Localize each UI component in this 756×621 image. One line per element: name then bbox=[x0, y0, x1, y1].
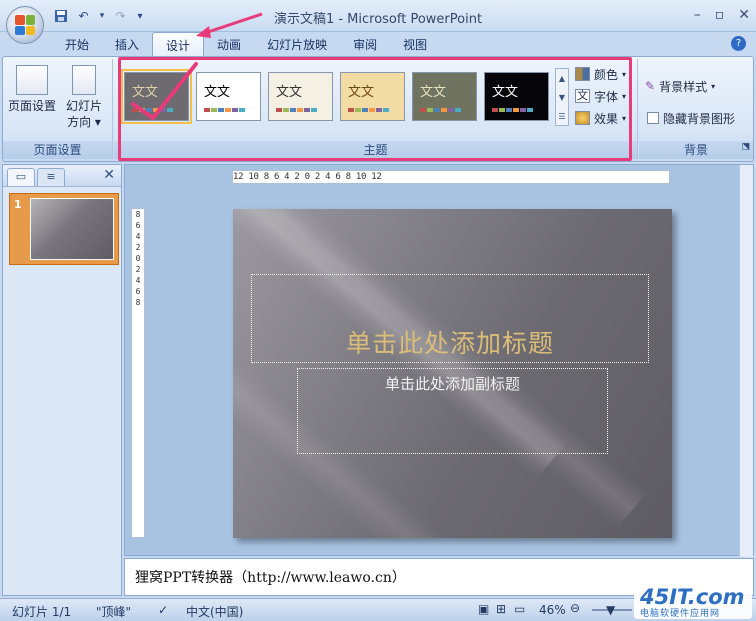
theme-effects-button[interactable]: 效果 ▾ bbox=[575, 109, 626, 127]
tab-insert[interactable]: 插入 bbox=[102, 32, 152, 56]
restore-icon[interactable]: ▫ bbox=[715, 7, 725, 23]
watermark-subtitle: 电脑软硬件应用网 bbox=[640, 609, 721, 619]
language-status[interactable]: 中文(中国) bbox=[186, 603, 243, 620]
background-styles-button[interactable]: ✎ 背景样式 ▾ bbox=[645, 77, 715, 95]
zoom-out-icon[interactable]: ⊖ bbox=[570, 601, 580, 615]
ribbon: 页面设置 幻灯片 方向 ▾ 页面设置 文文 文文 文文 文文 文文 文文 ▲ ▼ ☰ 颜色 ▾… bbox=[2, 56, 754, 162]
notes-text: 狸窝PPT转换器（http://www.leawo.cn） bbox=[135, 570, 406, 586]
background-group-label: 背景 ⬔ bbox=[639, 141, 753, 159]
theme-sample-text: 文文 bbox=[204, 85, 231, 100]
slide-sorter-icon[interactable]: ⊞ bbox=[496, 602, 506, 616]
tab-animations[interactable]: 动画 bbox=[204, 32, 254, 56]
vertical-ruler: 8 6 4 2 0 2 4 6 8 bbox=[131, 208, 145, 538]
tab-review[interactable]: 审阅 bbox=[340, 32, 390, 56]
spell-check-icon[interactable]: ✓ bbox=[158, 603, 168, 617]
theme-fonts-button[interactable]: 文 字体 ▾ bbox=[575, 87, 626, 105]
horizontal-ruler: 12 10 8 6 4 2 0 2 4 6 8 10 12 bbox=[232, 170, 670, 184]
window-title: 演示文稿1 - Microsoft PowerPoint bbox=[273, 12, 483, 27]
title-placeholder[interactable]: 单击此处添加标题 bbox=[251, 274, 649, 363]
gallery-more-icon[interactable]: ☰ bbox=[556, 107, 568, 126]
theme-thumbnail[interactable]: 文文 bbox=[340, 72, 405, 121]
title-placeholder-text: 单击此处添加标题 bbox=[345, 329, 554, 358]
hide-background-graphics[interactable]: 隐藏背景图形 bbox=[647, 109, 735, 127]
close-pane-icon[interactable]: ✕ bbox=[103, 167, 115, 183]
tab-design[interactable]: 设计 bbox=[152, 32, 205, 56]
site-watermark: 45IT.com 电脑软硬件应用网 bbox=[634, 585, 752, 619]
office-logo-icon bbox=[15, 15, 35, 35]
powerpoint-window: ↶ ▾ ↷ ▾ 演示文稿1 - Microsoft PowerPoint – ▫… bbox=[0, 0, 756, 621]
thumbnail-preview bbox=[30, 198, 114, 260]
fonts-label: 字体 bbox=[594, 89, 619, 104]
background-styles-icon: ✎ bbox=[645, 79, 656, 93]
page-setup-label: 页面设置 bbox=[7, 99, 56, 113]
normal-view-icon[interactable]: ▣ bbox=[478, 602, 489, 616]
gallery-down-icon[interactable]: ▼ bbox=[556, 88, 568, 107]
themes-group-label: 主题 bbox=[114, 141, 637, 159]
slide[interactable]: 单击此处添加标题 单击此处添加副标题 bbox=[233, 209, 672, 538]
background-group-label-text: 背景 bbox=[683, 143, 708, 157]
theme-color-swatches bbox=[132, 108, 173, 112]
window-controls: – ▫ ✕ bbox=[694, 7, 750, 23]
theme-colors-button[interactable]: 颜色 ▾ bbox=[575, 65, 626, 83]
theme-color-swatches bbox=[276, 108, 317, 112]
page-setup-icon bbox=[16, 65, 48, 95]
zoom-level[interactable]: 46% bbox=[539, 603, 566, 617]
background-styles-label: 背景样式 bbox=[659, 79, 708, 94]
zoom-slider-thumb[interactable]: ▼ bbox=[606, 603, 615, 617]
slides-pane: ▭ ≡ ✕ 1 bbox=[2, 164, 122, 596]
background-group: ✎ 背景样式 ▾ 隐藏背景图形 背景 ⬔ bbox=[639, 59, 753, 159]
page-setup-group-label: 页面设置 bbox=[3, 141, 112, 159]
close-icon[interactable]: ✕ bbox=[738, 7, 750, 23]
theme-sample-text: 文文 bbox=[132, 85, 159, 100]
title-bar: ↶ ▾ ↷ ▾ 演示文稿1 - Microsoft PowerPoint – ▫… bbox=[0, 0, 756, 32]
subtitle-placeholder-text: 单击此处添加副标题 bbox=[384, 375, 520, 393]
page-setup-button[interactable]: 页面设置 bbox=[7, 65, 57, 114]
slide-number: 1 bbox=[14, 198, 22, 211]
tab-slide-show[interactable]: 幻灯片放映 bbox=[254, 32, 340, 56]
gallery-up-icon[interactable]: ▲ bbox=[556, 69, 568, 88]
outline-tab-icon[interactable]: ≡ bbox=[37, 168, 65, 186]
theme-color-swatches bbox=[492, 108, 533, 112]
page-setup-group: 页面设置 幻灯片 方向 ▾ 页面设置 bbox=[3, 59, 113, 159]
tab-view[interactable]: 视图 bbox=[390, 32, 440, 56]
theme-sample-text: 文文 bbox=[276, 85, 303, 100]
theme-thumbnail[interactable]: 文文 bbox=[484, 72, 549, 121]
ribbon-tabs: 开始 插入 设计 动画 幻灯片放映 审阅 视图 bbox=[48, 32, 440, 56]
dialog-launcher-icon[interactable]: ⬔ bbox=[741, 142, 750, 152]
theme-thumbnail[interactable]: 文文 bbox=[121, 69, 192, 124]
office-button[interactable] bbox=[6, 6, 44, 44]
theme-sample-text: 文文 bbox=[420, 85, 447, 100]
help-icon[interactable]: ? bbox=[731, 36, 746, 51]
slide-show-icon[interactable]: ▭ bbox=[514, 602, 525, 616]
fonts-icon: 文 bbox=[575, 89, 590, 103]
slide-count-status: 幻灯片 1/1 bbox=[12, 605, 72, 619]
slide-orientation-button[interactable]: 幻灯片 方向 ▾ bbox=[59, 65, 109, 130]
gallery-scroll[interactable]: ▲ ▼ ☰ bbox=[555, 68, 569, 126]
theme-color-swatches bbox=[420, 108, 461, 112]
theme-thumbnail[interactable]: 文文 bbox=[412, 72, 477, 121]
themes-group: 文文 文文 文文 文文 文文 文文 ▲ ▼ ☰ 颜色 ▾ 文 字体 ▾ 效果 ▾ 主题 bbox=[114, 59, 638, 159]
orientation-icon bbox=[72, 65, 96, 95]
slides-pane-tabs: ▭ ≡ ✕ bbox=[3, 165, 121, 187]
hide-background-checkbox[interactable] bbox=[647, 112, 659, 124]
effects-icon bbox=[575, 111, 590, 125]
theme-sample-text: 文文 bbox=[348, 85, 375, 100]
hide-background-label: 隐藏背景图形 bbox=[663, 111, 736, 126]
theme-name-status: "顶峰" bbox=[96, 605, 132, 619]
tab-home[interactable]: 开始 bbox=[48, 32, 102, 56]
vertical-scrollbar[interactable] bbox=[739, 165, 753, 557]
minimize-icon[interactable]: – bbox=[694, 7, 701, 23]
orientation-label: 幻灯片 方向 ▾ bbox=[65, 99, 102, 129]
colors-icon bbox=[575, 67, 590, 81]
theme-thumbnail[interactable]: 文文 bbox=[196, 72, 261, 121]
slides-tab-icon[interactable]: ▭ bbox=[7, 168, 35, 186]
theme-sample-text: 文文 bbox=[492, 85, 519, 100]
colors-label: 颜色 bbox=[594, 67, 619, 82]
theme-thumbnail[interactable]: 文文 bbox=[268, 72, 333, 121]
slide-thumbnail[interactable]: 1 bbox=[9, 193, 119, 265]
theme-color-swatches bbox=[204, 108, 245, 112]
effects-label: 效果 bbox=[594, 111, 619, 126]
theme-color-swatches bbox=[348, 108, 389, 112]
subtitle-placeholder[interactable]: 单击此处添加副标题 bbox=[297, 368, 608, 454]
